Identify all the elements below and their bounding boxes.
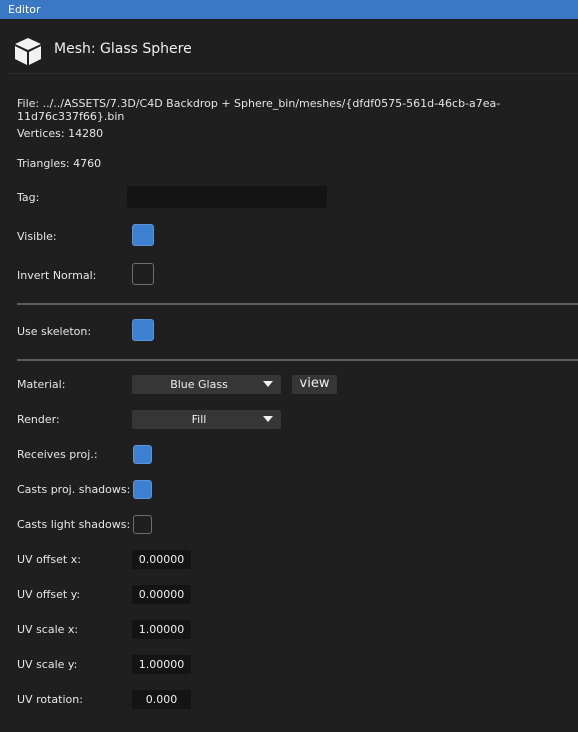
material-label: Material: bbox=[17, 378, 66, 391]
mesh-title: Mesh: Glass Sphere bbox=[54, 41, 192, 57]
uv-rotation-label: UV rotation: bbox=[17, 693, 83, 706]
uv-scale-y-label: UV scale y: bbox=[17, 658, 78, 671]
section-divider bbox=[17, 359, 578, 361]
casts-proj-shadows-label: Casts proj. shadows: bbox=[17, 483, 131, 496]
uv-offset-y-label: UV offset y: bbox=[17, 588, 81, 601]
visible-label: Visible: bbox=[17, 230, 57, 243]
uv-offset-x-input[interactable]: 0.00000 bbox=[132, 550, 191, 569]
uv-offset-x-label: UV offset x: bbox=[17, 553, 81, 566]
casts-light-shadows-label: Casts light shadows: bbox=[17, 518, 131, 531]
uv-scale-y-input[interactable]: 1.00000 bbox=[132, 655, 191, 674]
material-value: Blue Glass bbox=[170, 378, 228, 391]
use-skeleton-label: Use skeleton: bbox=[17, 325, 92, 338]
header-divider bbox=[8, 73, 578, 74]
receives-proj-label: Receives proj.: bbox=[17, 448, 98, 461]
chevron-down-icon bbox=[263, 381, 273, 387]
tag-input[interactable] bbox=[127, 186, 327, 208]
uv-offset-y-input[interactable]: 0.00000 bbox=[132, 585, 191, 604]
invert-normal-checkbox[interactable] bbox=[132, 263, 154, 285]
visible-checkbox[interactable] bbox=[132, 224, 154, 246]
render-dropdown[interactable]: Fill bbox=[132, 410, 281, 429]
material-dropdown[interactable]: Blue Glass bbox=[132, 375, 281, 394]
uv-rotation-input[interactable]: 0.000 bbox=[132, 690, 191, 709]
chevron-down-icon bbox=[263, 416, 273, 422]
vertices-count: Vertices: 14280 bbox=[17, 127, 104, 140]
window-title: Editor bbox=[8, 3, 41, 16]
use-skeleton-checkbox[interactable] bbox=[132, 319, 154, 341]
uv-scale-x-input[interactable]: 1.00000 bbox=[132, 620, 191, 639]
view-material-button[interactable]: view bbox=[292, 375, 337, 394]
window-titlebar: Editor bbox=[0, 0, 578, 19]
invert-normal-label: Invert Normal: bbox=[17, 269, 97, 282]
casts-proj-shadows-checkbox[interactable] bbox=[133, 480, 152, 499]
section-divider bbox=[17, 303, 578, 305]
triangles-count: Triangles: 4760 bbox=[17, 157, 102, 170]
tag-label: Tag: bbox=[17, 191, 40, 204]
casts-light-shadows-checkbox[interactable] bbox=[133, 515, 152, 534]
cube-icon bbox=[15, 38, 41, 65]
render-label: Render: bbox=[17, 413, 60, 426]
mesh-editor-panel: Mesh: Glass Sphere File: ../../ASSETS/7.… bbox=[0, 19, 578, 732]
receives-proj-checkbox[interactable] bbox=[133, 445, 152, 464]
file-path: File: ../../ASSETS/7.3D/C4D Backdrop + S… bbox=[17, 97, 501, 123]
uv-scale-x-label: UV scale x: bbox=[17, 623, 79, 636]
render-value: Fill bbox=[191, 413, 207, 426]
mesh-header: Mesh: Glass Sphere bbox=[8, 33, 574, 73]
